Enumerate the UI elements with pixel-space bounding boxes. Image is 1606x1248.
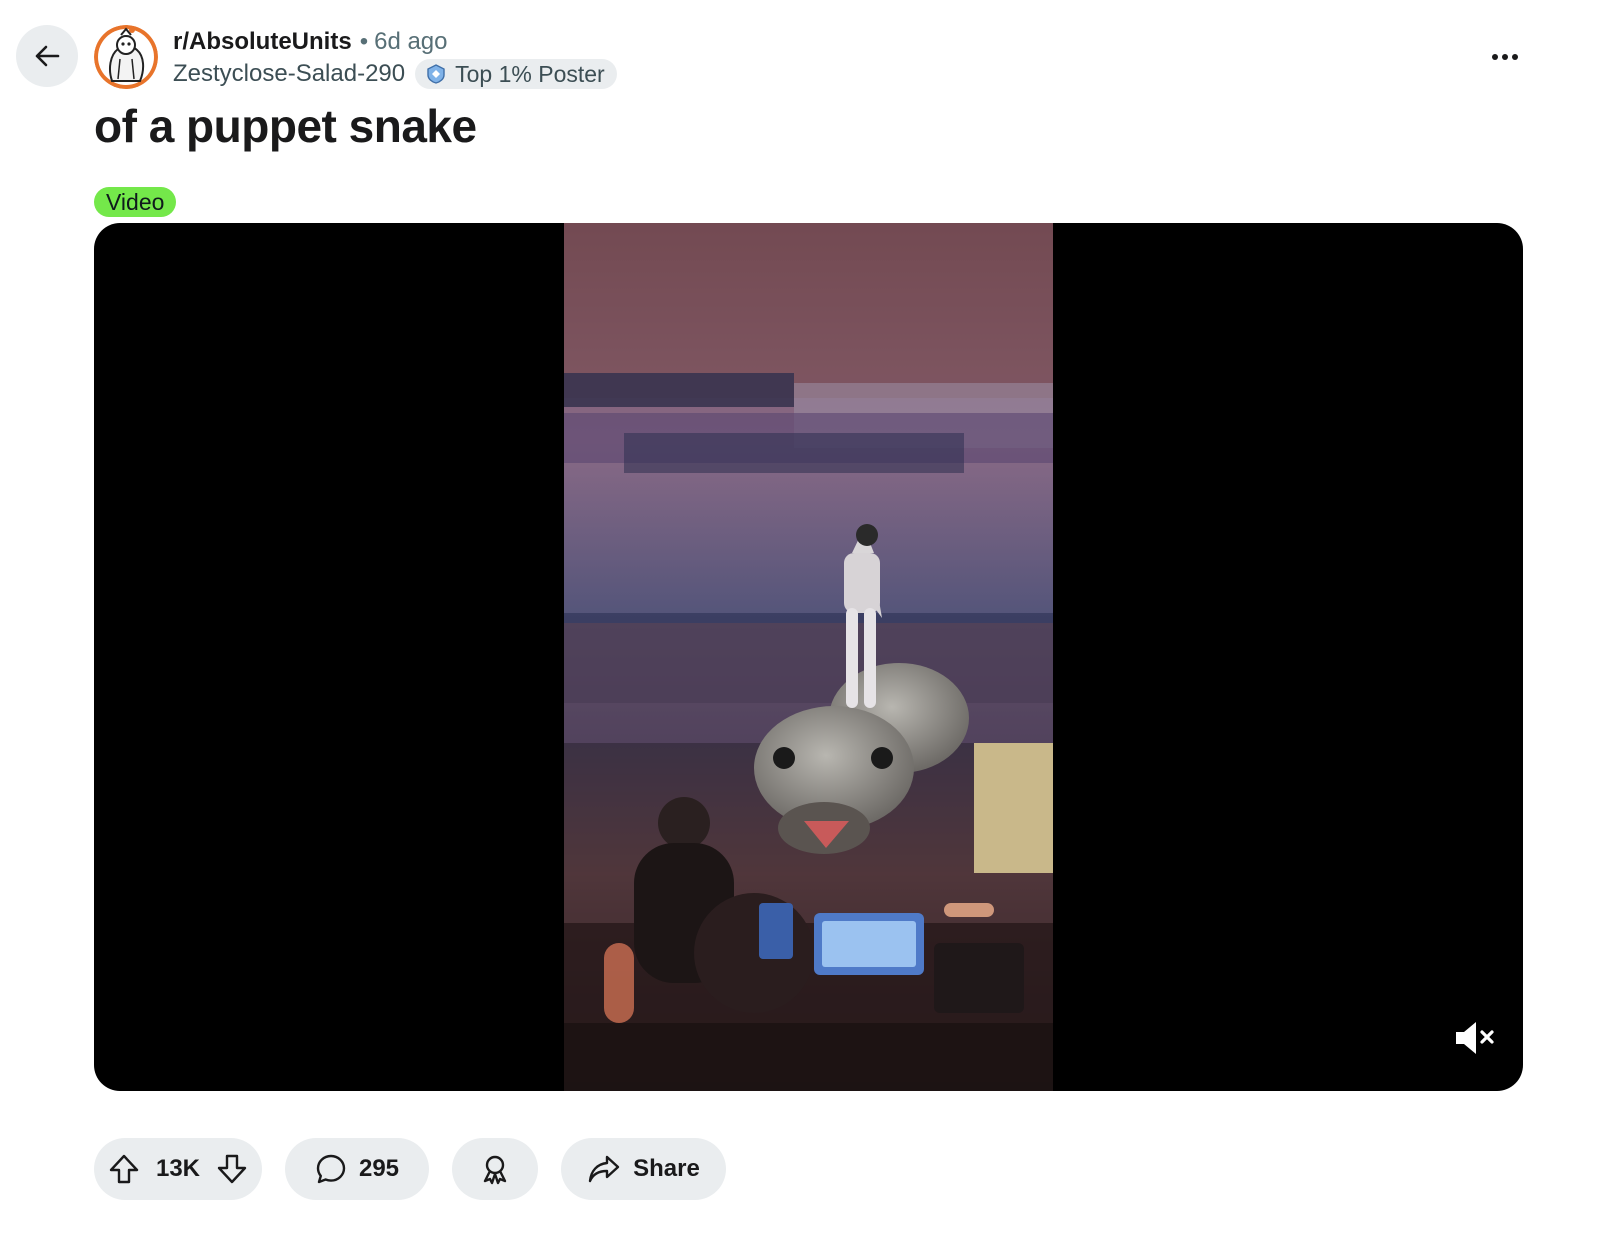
- upvote-icon: [109, 1154, 139, 1184]
- post-flair-tag[interactable]: Video: [94, 187, 177, 217]
- user-flair-badge: Top 1% Poster: [415, 59, 617, 89]
- subreddit-name[interactable]: r/AbsoluteUnits: [173, 28, 352, 55]
- post-meta: r/AbsoluteUnits • 6d ago: [173, 28, 448, 56]
- post-time: 6d ago: [374, 28, 448, 55]
- user-flair-text: Top 1% Poster: [455, 60, 605, 87]
- mute-toggle-button[interactable]: [1450, 1018, 1500, 1058]
- downvote-button[interactable]: [216, 1153, 248, 1185]
- back-button[interactable]: [16, 25, 78, 87]
- video-player[interactable]: [94, 223, 1523, 1091]
- award-icon: [483, 1155, 507, 1185]
- video-frame: [564, 223, 1053, 1091]
- share-icon: [588, 1155, 620, 1183]
- vote-control: 13K: [94, 1138, 262, 1200]
- comments-button[interactable]: 295: [285, 1138, 429, 1200]
- award-button[interactable]: [452, 1138, 538, 1200]
- top-poster-badge-icon: [427, 64, 445, 84]
- share-button[interactable]: Share: [561, 1138, 726, 1200]
- author-username[interactable]: Zestyclose-Salad-290: [173, 60, 405, 88]
- post-page: r/AbsoluteUnits • 6d ago Zestyclose-Salad-…: [0, 0, 1606, 1248]
- comment-count: 295: [358, 1155, 400, 1182]
- subreddit-avatar[interactable]: [94, 25, 158, 89]
- more-options-icon: [1492, 54, 1518, 60]
- back-arrow-icon: [35, 45, 60, 67]
- post-actions-bar: 13K 295 Share: [94, 1138, 726, 1200]
- upvote-button[interactable]: [108, 1153, 140, 1185]
- vote-count: 13K: [155, 1155, 201, 1182]
- share-label: Share: [633, 1155, 700, 1182]
- downvote-icon: [217, 1154, 247, 1184]
- author-line: Zestyclose-Salad-290 Top 1% Poster: [173, 58, 617, 90]
- muted-speaker-icon: [1456, 1022, 1494, 1054]
- comment-icon: [316, 1154, 346, 1184]
- more-options-button[interactable]: [1478, 38, 1532, 76]
- meta-separator: •: [359, 28, 369, 55]
- post-title[interactable]: of a puppet snake: [94, 96, 477, 156]
